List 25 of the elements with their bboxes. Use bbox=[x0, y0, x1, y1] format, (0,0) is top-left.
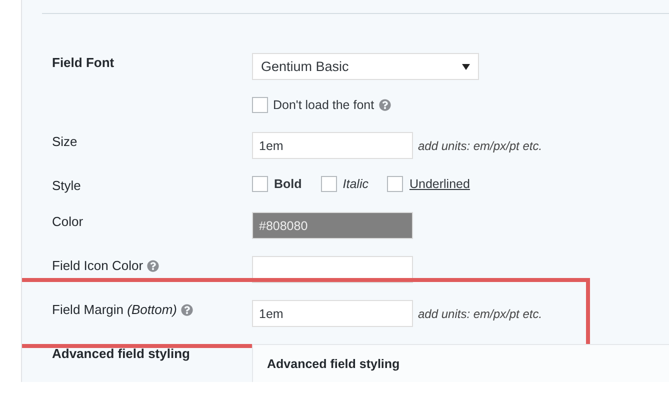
field-label: Advanced field styling bbox=[52, 345, 190, 363]
help-icon[interactable] bbox=[180, 304, 193, 316]
checkbox-label: Italic bbox=[342, 177, 368, 191]
checkbox-label: Bold bbox=[274, 177, 302, 191]
checkbox[interactable] bbox=[252, 176, 268, 192]
field-label: Color bbox=[52, 213, 84, 231]
help-icon[interactable] bbox=[379, 99, 392, 111]
input-field[interactable]: 1em bbox=[252, 132, 413, 159]
input-field[interactable]: 1em bbox=[252, 300, 413, 327]
checkbox-label: Don't load the font bbox=[273, 98, 374, 112]
hint-text: add units: em/px/pt etc. bbox=[418, 138, 542, 152]
dropdown-caret-icon bbox=[462, 64, 470, 70]
field-label: Size bbox=[52, 133, 78, 151]
font-select[interactable]: Gentium Basic bbox=[252, 53, 479, 80]
checkbox[interactable] bbox=[320, 176, 337, 192]
help-icon[interactable] bbox=[147, 260, 160, 272]
field-label: Field Font bbox=[52, 54, 114, 72]
field-label: Field Margin (Bottom) bbox=[52, 301, 177, 319]
checkbox[interactable] bbox=[252, 97, 268, 113]
section-header: Advanced field styling bbox=[252, 344, 669, 382]
field-label: Style bbox=[52, 177, 81, 195]
hint-text: add units: em/px/pt etc. bbox=[418, 306, 542, 320]
field-label: Field Icon Color bbox=[52, 257, 144, 275]
checkbox-label: Underlined bbox=[409, 177, 470, 191]
checkbox[interactable] bbox=[387, 176, 404, 192]
